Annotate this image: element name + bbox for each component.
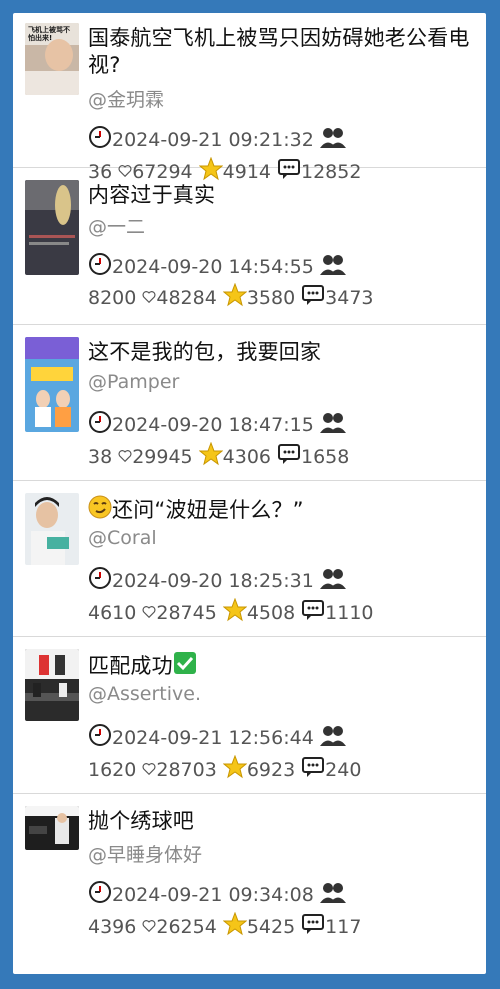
comment-count: 117 — [325, 915, 362, 938]
users-icon — [319, 881, 346, 908]
heart-icon[interactable] — [142, 287, 156, 309]
post-time: 2024-09-21 12:56:44 — [112, 726, 314, 749]
post-time-row: 2024-09-20 18:47:15 — [88, 410, 346, 439]
post-time: 2024-09-20 18:47:15 — [112, 413, 314, 436]
comment-icon[interactable] — [301, 284, 325, 311]
share-count: 8200 — [88, 286, 137, 309]
post-author[interactable]: @一二 — [88, 212, 145, 239]
post-author[interactable]: @Pamper — [88, 371, 179, 393]
users-icon — [319, 253, 346, 280]
post-stats-row: 1620 28703 6923 240 — [88, 754, 362, 784]
post-stats-row: 8200 48284 3580 3473 — [88, 282, 374, 312]
post-time: 2024-09-21 09:34:08 — [112, 883, 314, 906]
post-time-row: 2024-09-20 18:25:31 — [88, 566, 346, 595]
clock-icon — [88, 125, 112, 154]
like-count: 29945 — [132, 445, 193, 468]
heart-icon[interactable] — [142, 759, 156, 781]
users-icon — [319, 411, 346, 438]
post-author[interactable]: @Coral — [88, 527, 157, 549]
star-icon[interactable] — [222, 754, 248, 784]
clock-icon — [88, 410, 112, 439]
post-thumbnail[interactable] — [25, 649, 79, 721]
post-card[interactable]: 还问“波妞是什么？” @Coral 2024-09-20 18:25:31 46… — [13, 481, 486, 637]
post-stats-row: 38 29945 4306 1658 — [88, 441, 350, 471]
star-icon[interactable] — [222, 911, 248, 941]
post-thumbnail[interactable] — [25, 337, 79, 432]
post-time: 2024-09-21 09:21:32 — [112, 128, 314, 151]
post-time-row: 2024-09-21 12:56:44 — [88, 723, 346, 752]
share-count: 38 — [88, 445, 113, 468]
thumbnail-caption: 飞机上被骂不怕出来! — [28, 26, 70, 42]
comment-count: 3473 — [325, 286, 374, 309]
star-count: 5425 — [246, 915, 296, 938]
post-stats-row: 4396 26254 5425 117 — [88, 911, 362, 941]
post-title[interactable]: 抛个绣球吧 — [88, 808, 476, 835]
post-stats-row: 4610 28745 4508 1110 — [88, 597, 374, 627]
post-time-row: 2024-09-20 14:54:55 — [88, 252, 346, 281]
share-count: 4610 — [88, 601, 137, 624]
post-title[interactable]: 还问“波妞是什么？” — [88, 495, 476, 526]
comment-icon[interactable] — [301, 913, 325, 940]
users-icon — [319, 724, 346, 751]
post-card[interactable]: 这不是我的包，我要回家 @Pamper 2024-09-20 18:47:15 … — [13, 325, 486, 481]
post-thumbnail[interactable] — [25, 180, 79, 275]
heart-icon[interactable] — [142, 602, 156, 624]
post-time-row: 2024-09-21 09:21:32 — [88, 125, 346, 154]
smirk-emoji-icon — [88, 495, 112, 526]
check-box-icon — [173, 651, 197, 682]
post-title[interactable]: 匹配成功 — [88, 651, 476, 682]
post-author[interactable]: @Assertive. — [88, 683, 201, 705]
post-author[interactable]: @早睡身体好 — [88, 840, 202, 867]
like-count: 26254 — [156, 915, 217, 938]
clock-icon — [88, 252, 112, 281]
post-title[interactable]: 国泰航空飞机上被骂只因妨碍她老公看电视? — [88, 25, 476, 79]
like-count: 48284 — [156, 286, 217, 309]
feed-panel: 飞机上被骂不怕出来! 国泰航空飞机上被骂只因妨碍她老公看电视? @金玥霖 202… — [13, 13, 486, 974]
post-thumbnail[interactable] — [25, 493, 79, 565]
like-count: 28703 — [156, 758, 217, 781]
post-thumbnail[interactable]: 飞机上被骂不怕出来! — [25, 23, 79, 95]
post-thumbnail[interactable] — [25, 806, 79, 850]
share-count: 4396 — [88, 915, 137, 938]
heart-icon[interactable] — [142, 916, 156, 938]
comment-count: 1658 — [301, 445, 350, 468]
star-count: 6923 — [246, 758, 296, 781]
star-icon[interactable] — [222, 282, 248, 312]
post-time-row: 2024-09-21 09:34:08 — [88, 880, 346, 909]
post-card[interactable]: 飞机上被骂不怕出来! 国泰航空飞机上被骂只因妨碍她老公看电视? @金玥霖 202… — [13, 13, 486, 183]
post-card[interactable]: 抛个绣球吧 @早睡身体好 2024-09-21 09:34:08 4396 26… — [13, 794, 486, 974]
clock-icon — [88, 566, 112, 595]
post-author[interactable]: @金玥霖 — [88, 85, 164, 112]
users-icon — [319, 567, 346, 594]
comment-icon[interactable] — [301, 756, 325, 783]
users-icon — [319, 126, 346, 153]
post-title[interactable]: 内容过于真实 — [88, 182, 476, 209]
post-time: 2024-09-20 14:54:55 — [112, 255, 314, 278]
comment-icon[interactable] — [277, 443, 301, 470]
post-time: 2024-09-20 18:25:31 — [112, 569, 314, 592]
star-icon[interactable] — [198, 441, 224, 471]
star-count: 4306 — [222, 445, 271, 468]
star-count: 4508 — [246, 601, 296, 624]
share-count: 1620 — [88, 758, 137, 781]
like-count: 28745 — [156, 601, 217, 624]
post-card[interactable]: 匹配成功 @Assertive. 2024-09-21 12:56:44 162… — [13, 637, 486, 794]
clock-icon — [88, 880, 112, 909]
clock-icon — [88, 723, 112, 752]
heart-icon[interactable] — [118, 446, 132, 468]
post-title[interactable]: 这不是我的包，我要回家 — [88, 339, 476, 366]
star-count: 3580 — [246, 286, 296, 309]
comment-count: 1110 — [325, 601, 374, 624]
comment-count: 240 — [325, 758, 362, 781]
star-icon[interactable] — [222, 597, 248, 627]
post-card[interactable]: 内容过于真实 @一二 2024-09-20 14:54:55 8200 4828… — [13, 168, 486, 325]
comment-icon[interactable] — [301, 599, 325, 626]
